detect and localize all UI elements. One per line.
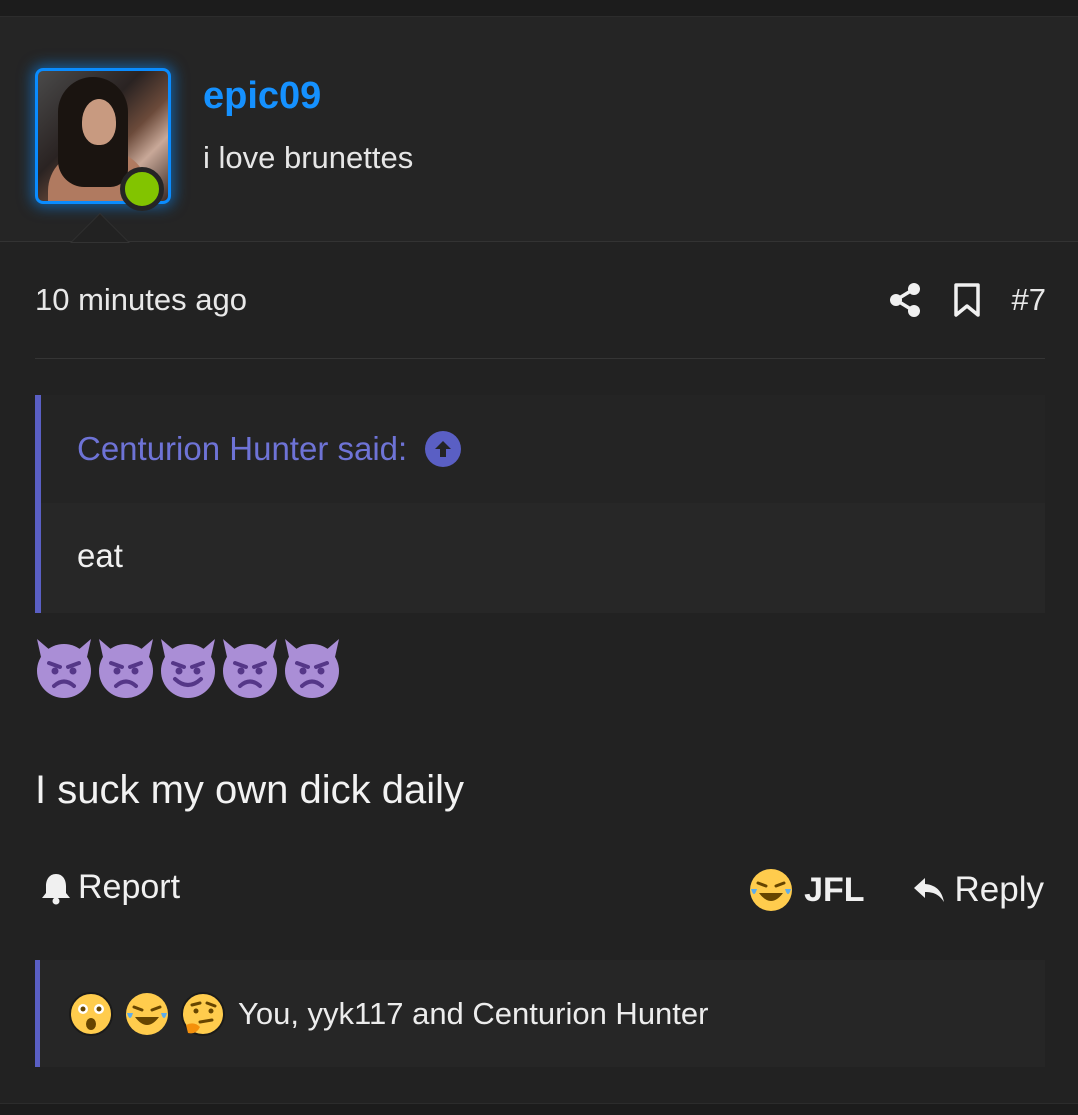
quote-header: Centurion Hunter said: — [41, 395, 1045, 503]
reaction-button[interactable]: JFL — [748, 867, 865, 913]
quote-author[interactable]: Centurion Hunter said: — [77, 430, 407, 468]
post-message: I suck my own dick daily — [35, 768, 465, 812]
reply-button[interactable]: Reply — [911, 870, 1044, 910]
angry-devil-emoji-icon — [99, 639, 153, 698]
quote-block: Centurion Hunter said: eat — [35, 395, 1045, 613]
report-button[interactable]: Report — [40, 868, 180, 907]
angry-devil-emoji-icon — [223, 639, 277, 698]
share-icon[interactable] — [888, 282, 922, 318]
quote-body: eat — [77, 537, 123, 574]
joy-icon — [126, 992, 168, 1035]
user-title: i love brunettes — [203, 140, 414, 175]
user-header: epic09 i love brunettes — [0, 17, 1078, 242]
footer-actions: JFL Reply — [748, 862, 1044, 918]
bell-icon — [42, 873, 70, 904]
thinking-icon — [181, 991, 225, 1036]
astonished-icon — [69, 991, 113, 1036]
post-timestamp[interactable]: 10 minutes ago — [35, 282, 247, 318]
top-edge — [0, 0, 1078, 17]
header-pointer — [72, 214, 128, 242]
angry-devil-emoji-icon — [37, 639, 91, 698]
joy-icon — [750, 869, 793, 911]
reactions-users[interactable]: You, yyk117 and Centurion Hunter — [238, 996, 708, 1032]
post-container: epic09 i love brunettes 10 minutes ago #… — [0, 0, 1078, 1115]
emoji-row — [33, 633, 343, 699]
post-number-link[interactable]: #7 — [1012, 282, 1046, 318]
bookmark-icon[interactable] — [952, 282, 982, 318]
reply-label: Reply — [954, 870, 1044, 909]
smiling-devil-emoji-icon — [161, 639, 215, 698]
report-label: Report — [78, 868, 181, 906]
reply-icon — [913, 878, 944, 902]
reactions-summary[interactable]: You, yyk117 and Centurion Hunter — [35, 960, 1045, 1067]
reaction-label: JFL — [804, 870, 865, 909]
post-actions: #7 — [888, 278, 1046, 322]
online-status-indicator — [120, 167, 164, 211]
arrow-up-icon[interactable] — [425, 431, 462, 467]
username-link[interactable]: epic09 — [203, 75, 321, 118]
divider — [35, 358, 1045, 359]
angry-devil-emoji-icon — [285, 639, 339, 698]
bottom-edge — [0, 1103, 1078, 1115]
